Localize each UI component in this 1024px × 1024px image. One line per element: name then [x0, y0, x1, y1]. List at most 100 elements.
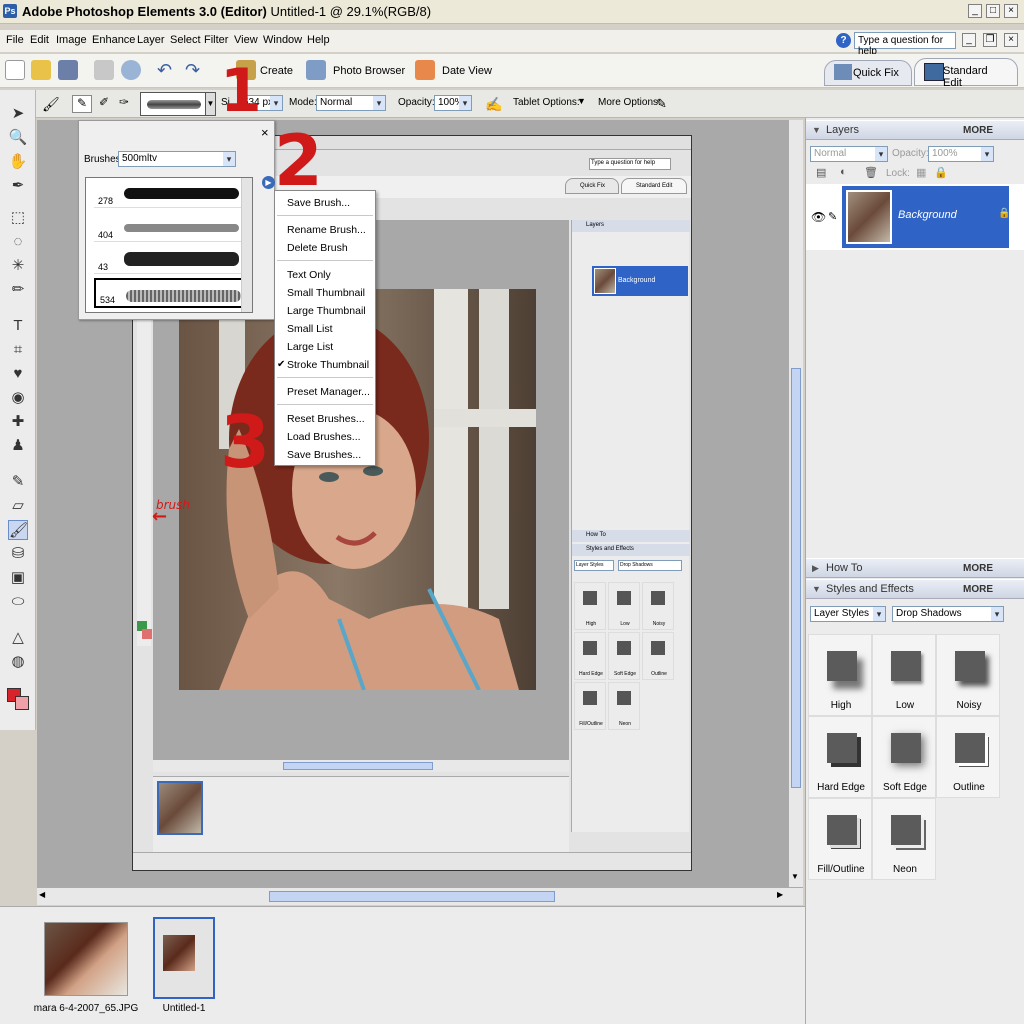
photo-bin-thumb-untitled[interactable] — [153, 917, 215, 999]
date-view-icon[interactable] — [415, 60, 435, 80]
lasso-tool-icon[interactable]: ◌ — [8, 232, 28, 252]
horizontal-scroll-thumb[interactable] — [269, 891, 555, 902]
mode-select[interactable]: Normal — [316, 95, 386, 111]
trash-icon[interactable]: 🗑 — [864, 166, 878, 179]
effect-outline[interactable]: Outline — [936, 716, 1000, 798]
effect-hard-edge[interactable]: Hard Edge — [808, 716, 872, 798]
crop-tool-icon[interactable]: ⌗ — [8, 340, 28, 360]
scroll-right-arrow[interactable]: ▶ — [777, 890, 783, 899]
brush-picker-arrow[interactable]: ▼ — [205, 92, 216, 116]
style-type-select[interactable]: Drop Shadows — [892, 606, 1004, 622]
layers-more-button[interactable]: MORE — [963, 125, 993, 136]
menu-help[interactable]: Help — [307, 34, 330, 46]
photo-browser-icon[interactable] — [306, 60, 326, 80]
tablet-options-arrow[interactable]: ▼ — [577, 96, 586, 106]
styles-more-button[interactable]: MORE — [963, 584, 993, 595]
brush-item[interactable]: 43 — [94, 244, 244, 274]
zoom-tool-icon[interactable]: 🔍 — [8, 128, 28, 148]
clone-stamp-tool-icon[interactable]: ♟ — [8, 436, 28, 456]
impressionist-brush-icon[interactable]: ✐ — [94, 95, 114, 113]
opacity-field[interactable]: 100% — [434, 95, 472, 111]
style-category-select[interactable]: Layer Styles — [810, 606, 886, 622]
doc-restore-button[interactable]: ❐ — [983, 33, 997, 47]
email-icon[interactable] — [121, 60, 141, 80]
doc-close-button[interactable]: × — [1004, 33, 1018, 47]
create-button[interactable]: Create — [260, 65, 293, 77]
expand-triangle-icon[interactable]: ▶ — [812, 563, 819, 574]
gradient-tool-icon[interactable]: ▣ — [8, 568, 28, 588]
type-tool-icon[interactable]: T — [8, 316, 28, 336]
brush-item[interactable]: 404 — [94, 212, 244, 242]
effect-low[interactable]: Low — [872, 634, 936, 716]
brush-item[interactable]: 278 — [94, 178, 244, 208]
menu-layer[interactable]: Layer — [137, 34, 165, 46]
menu-large-list[interactable]: Large List — [287, 341, 333, 353]
close-panel-icon[interactable]: × — [261, 125, 269, 140]
blend-mode-select[interactable]: Normal — [810, 146, 888, 162]
menu-delete-brush[interactable]: Delete Brush — [287, 242, 348, 254]
photo-bin-thumb-original[interactable] — [44, 922, 128, 996]
red-eye-tool-icon[interactable]: ◉ — [8, 388, 28, 408]
menu-stroke-thumbnail[interactable]: Stroke Thumbnail — [287, 359, 369, 371]
eyedropper-tool-icon[interactable]: ✒ — [8, 176, 28, 196]
undo-icon[interactable]: ↶ — [157, 60, 177, 80]
styles-palette-header[interactable]: ▼ Styles and Effects MORE — [806, 579, 1024, 599]
effect-neon[interactable]: Neon — [872, 798, 936, 880]
effect-fill-outline[interactable]: Fill/Outline — [808, 798, 872, 880]
menu-text-only[interactable]: Text Only — [287, 269, 331, 281]
menu-small-thumbnail[interactable]: Small Thumbnail — [287, 287, 365, 299]
color-replace-icon[interactable]: ✑ — [114, 95, 134, 113]
vertical-scrollbar[interactable]: ▼ — [788, 120, 803, 888]
magic-wand-tool-icon[interactable]: ✳ — [8, 256, 28, 276]
layer-opacity-field[interactable]: 100% — [928, 146, 994, 162]
effect-high[interactable]: High — [808, 634, 872, 716]
doc-minimize-button[interactable]: _ — [962, 33, 976, 47]
open-folder-icon[interactable] — [31, 60, 51, 80]
hand-tool-icon[interactable]: ✋ — [8, 152, 28, 172]
brush-preview[interactable] — [140, 92, 206, 116]
brush-item-selected[interactable]: 534 — [94, 278, 244, 308]
sponge-tool-icon[interactable]: ◍ — [8, 652, 28, 672]
more-options-label[interactable]: More Options: — [598, 97, 661, 108]
layers-palette-header[interactable]: ▼ Layers MORE — [806, 120, 1024, 140]
menu-save-brushes[interactable]: Save Brushes... — [287, 449, 361, 461]
redo-icon[interactable]: ↷ — [185, 60, 205, 80]
menu-preset-manager[interactable]: Preset Manager... — [287, 386, 370, 398]
menu-small-list[interactable]: Small List — [287, 323, 333, 335]
more-options-icon[interactable]: ✎ — [656, 96, 667, 112]
menu-edit[interactable]: Edit — [30, 34, 49, 46]
date-view-button[interactable]: Date View — [442, 65, 492, 77]
effect-noisy[interactable]: Noisy — [936, 634, 1000, 716]
brush-tool-selected-icon[interactable]: 🖌 — [8, 520, 28, 540]
layer-name[interactable]: Background — [898, 209, 957, 221]
brush-list-scrollbar[interactable] — [241, 178, 252, 312]
marquee-tool-icon[interactable]: ⬚ — [8, 208, 28, 228]
effect-soft-edge[interactable]: Soft Edge — [872, 716, 936, 798]
tablet-options-label[interactable]: Tablet Options: — [513, 97, 580, 108]
cookie-cutter-tool-icon[interactable]: ♥ — [8, 364, 28, 384]
airbrush-icon[interactable]: ✍ — [485, 96, 502, 113]
new-file-icon[interactable] — [5, 60, 25, 80]
menu-image[interactable]: Image — [56, 34, 87, 46]
menu-select[interactable]: Select — [170, 34, 201, 46]
print-icon[interactable] — [94, 60, 114, 80]
close-button[interactable]: × — [1004, 4, 1018, 18]
pencil-tool-icon[interactable]: ✎ — [8, 472, 28, 492]
menu-view[interactable]: View — [234, 34, 258, 46]
horizontal-scrollbar[interactable]: ◀ ▶ — [37, 887, 803, 905]
scroll-down-arrow[interactable]: ▼ — [791, 872, 799, 881]
menu-load-brushes[interactable]: Load Brushes... — [287, 431, 361, 443]
collapse-triangle-icon[interactable]: ▼ — [812, 125, 821, 135]
lock-all-icon[interactable]: 🔒 — [934, 166, 948, 179]
menu-large-thumbnail[interactable]: Large Thumbnail — [287, 305, 366, 317]
howto-palette-header[interactable]: ▶ How To MORE — [806, 558, 1024, 578]
lock-transparency-icon[interactable]: ▦ — [916, 166, 926, 179]
vertical-scroll-thumb[interactable] — [791, 368, 801, 788]
menu-filter[interactable]: Filter — [204, 34, 228, 46]
shape-tool-icon[interactable]: ⬭ — [8, 592, 28, 612]
menu-enhance[interactable]: Enhance — [92, 34, 135, 46]
background-layer-row[interactable]: Background 🔒 — [842, 186, 1010, 248]
photo-browser-button[interactable]: Photo Browser — [333, 65, 405, 77]
brush-set-select[interactable]: 500mltv — [118, 151, 236, 167]
background-color-swatch[interactable] — [15, 696, 29, 710]
